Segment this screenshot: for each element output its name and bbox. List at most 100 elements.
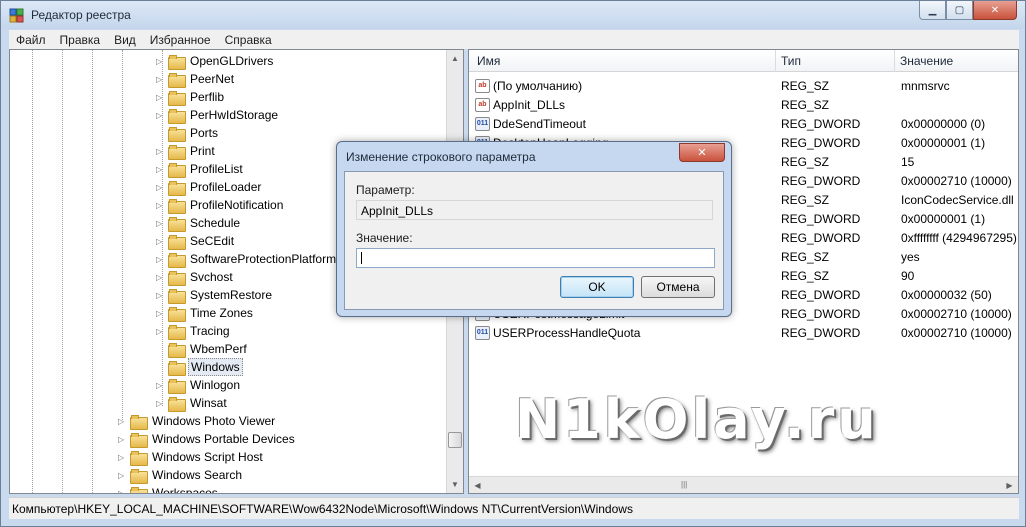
- scroll-down-icon[interactable]: ▼: [447, 476, 463, 493]
- scroll-left-icon[interactable]: ◀: [469, 477, 486, 493]
- expand-arrow-icon[interactable]: ▷: [118, 471, 128, 480]
- folder-icon: [130, 432, 148, 448]
- expand-arrow-icon[interactable]: ▷: [156, 201, 166, 210]
- list-item[interactable]: 011 DdeSendTimeout REG_DWORD 0x00000000 (0): [469, 115, 1018, 134]
- folder-icon: [168, 126, 186, 142]
- title-bar[interactable]: Редактор реестра ▁ ▢ ✕: [1, 1, 1025, 29]
- tree-item[interactable]: ▷ SeCEdit: [156, 232, 236, 250]
- list-item[interactable]: ab (По умолчанию) REG_SZ mnmsrvc: [469, 77, 1018, 96]
- value-data: IconCodecService.dll: [901, 193, 1014, 207]
- tree-item[interactable]: ▷ ProfileLoader: [156, 178, 263, 196]
- list-item[interactable]: 011 USERProcessHandleQuota REG_DWORD 0x0000…: [469, 324, 1018, 343]
- tree-item[interactable]: Ports: [156, 124, 220, 142]
- menu-favorites[interactable]: Избранное: [143, 33, 218, 47]
- tree-item[interactable]: Windows: [156, 358, 243, 376]
- expand-arrow-icon[interactable]: ▷: [118, 417, 128, 426]
- expand-arrow-icon[interactable]: ▷: [156, 165, 166, 174]
- scroll-thumb[interactable]: [448, 432, 462, 448]
- close-button[interactable]: ✕: [973, 1, 1017, 20]
- value-name: (По умолчанию): [493, 79, 583, 93]
- menu-file[interactable]: Файл: [9, 33, 53, 47]
- expand-arrow-icon[interactable]: ▷: [156, 255, 166, 264]
- tree-item[interactable]: ▷ ProfileNotification: [156, 196, 285, 214]
- expand-arrow-icon[interactable]: ▷: [156, 291, 166, 300]
- value-input[interactable]: [356, 248, 715, 268]
- tree-item[interactable]: ▷ Winlogon: [156, 376, 242, 394]
- value-type: REG_DWORD: [781, 326, 861, 340]
- expand-arrow-icon[interactable]: ▷: [156, 237, 166, 246]
- column-header-type[interactable]: Тип: [781, 54, 801, 68]
- folder-icon: [130, 414, 148, 430]
- tree-item[interactable]: ▷ Winsat: [156, 394, 229, 412]
- scroll-right-icon[interactable]: ▶: [1001, 477, 1018, 493]
- column-divider[interactable]: [775, 50, 776, 72]
- tree-item[interactable]: ▷ Windows Photo Viewer: [118, 412, 277, 430]
- minimize-button[interactable]: ▁: [919, 1, 946, 20]
- tree-item[interactable]: ▷ SoftwareProtectionPlatform: [156, 250, 338, 268]
- expand-arrow-icon[interactable]: ▷: [118, 435, 128, 444]
- tree-item[interactable]: ▷ OpenGLDrivers: [156, 52, 275, 70]
- tree-item[interactable]: ▷ Windows Portable Devices: [118, 430, 297, 448]
- maximize-button[interactable]: ▢: [946, 1, 973, 20]
- horizontal-scrollbar[interactable]: ◀ ||| ▶: [469, 476, 1018, 493]
- tree-item[interactable]: ▷ Windows Script Host: [118, 448, 265, 466]
- tree-item[interactable]: ▷ Print: [156, 142, 217, 160]
- folder-icon: [168, 306, 186, 322]
- tree-item[interactable]: ▷ Perflib: [156, 88, 226, 106]
- parameter-label: Параметр:: [356, 183, 415, 197]
- expand-arrow-icon[interactable]: ▷: [156, 399, 166, 408]
- tree-item[interactable]: ▷ Tracing: [156, 322, 232, 340]
- scroll-up-icon[interactable]: ▲: [447, 50, 463, 67]
- expand-arrow-icon[interactable]: ▷: [156, 219, 166, 228]
- ok-button[interactable]: OK: [560, 276, 634, 298]
- close-icon: ✕: [990, 4, 1000, 16]
- expand-arrow-icon[interactable]: ▷: [156, 111, 166, 120]
- tree-item[interactable]: ▷ Schedule: [156, 214, 242, 232]
- expand-arrow-icon[interactable]: ▷: [156, 273, 166, 282]
- expand-arrow-icon[interactable]: ▷: [118, 489, 128, 494]
- tree-item[interactable]: ▷ Workspaces: [118, 484, 220, 494]
- dialog-close-button[interactable]: ✕: [679, 143, 725, 162]
- expand-arrow-icon[interactable]: ▷: [156, 381, 166, 390]
- menu-help[interactable]: Справка: [218, 33, 279, 47]
- column-header-name[interactable]: Имя: [477, 54, 500, 68]
- tree-guide-line: [122, 50, 123, 420]
- tree-item[interactable]: ▷ SystemRestore: [156, 286, 274, 304]
- list-item[interactable]: ab AppInit_DLLs REG_SZ: [469, 96, 1018, 115]
- ab-icon: ab: [475, 79, 490, 93]
- tree-item[interactable]: ▷ Time Zones: [156, 304, 255, 322]
- expand-arrow-icon[interactable]: ▷: [118, 453, 128, 462]
- regedit-icon: [9, 8, 24, 23]
- tree-item[interactable]: ▷ Svchost: [156, 268, 235, 286]
- status-path: Компьютер\HKEY_LOCAL_MACHINE\SOFTWARE\Wo…: [12, 502, 633, 516]
- folder-icon: [168, 270, 186, 286]
- maximize-icon: ▢: [954, 4, 965, 16]
- tree-item-label: PeerNet: [190, 72, 235, 86]
- expand-arrow-icon[interactable]: ▷: [156, 75, 166, 84]
- folder-icon: [168, 90, 186, 106]
- tree-item[interactable]: ▷ ProfileList: [156, 160, 245, 178]
- tree-item[interactable]: WbemPerf: [156, 340, 249, 358]
- list-header: Имя Тип Значение: [469, 50, 1018, 72]
- tree-item[interactable]: ▷ Windows Search: [118, 466, 244, 484]
- tree-item[interactable]: ▷ PerHwIdStorage: [156, 106, 280, 124]
- tree-item-label: OpenGLDrivers: [190, 54, 274, 68]
- value-data: 15: [901, 155, 915, 169]
- expand-arrow-icon[interactable]: ▷: [156, 327, 166, 336]
- column-divider[interactable]: [894, 50, 895, 72]
- scroll-grip-icon[interactable]: |||: [681, 480, 687, 489]
- folder-icon: [130, 450, 148, 466]
- expand-arrow-icon[interactable]: ▷: [156, 309, 166, 318]
- folder-icon: [168, 108, 186, 124]
- menu-view[interactable]: Вид: [107, 33, 143, 47]
- parameter-name-field: AppInit_DLLs: [356, 200, 713, 220]
- tree-item[interactable]: ▷ PeerNet: [156, 70, 236, 88]
- expand-arrow-icon[interactable]: ▷: [156, 93, 166, 102]
- expand-arrow-icon[interactable]: ▷: [156, 57, 166, 66]
- value-data: yes: [901, 250, 920, 264]
- column-header-value[interactable]: Значение: [900, 54, 953, 68]
- expand-arrow-icon[interactable]: ▷: [156, 147, 166, 156]
- cancel-button[interactable]: Отмена: [641, 276, 715, 298]
- expand-arrow-icon[interactable]: ▷: [156, 183, 166, 192]
- menu-edit[interactable]: Правка: [53, 33, 108, 47]
